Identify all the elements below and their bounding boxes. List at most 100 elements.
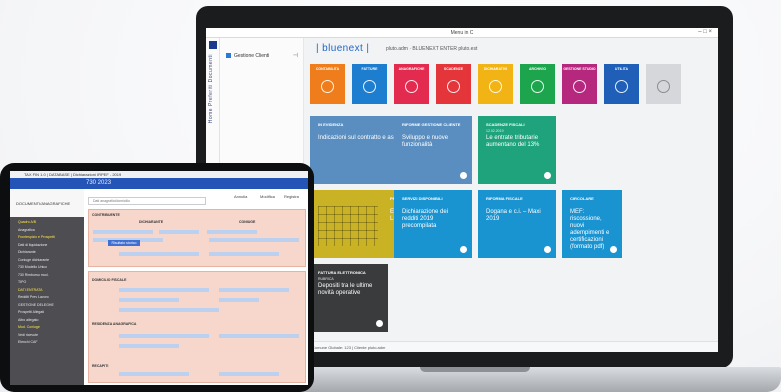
tablet-nav-item[interactable]: Dati di liquidazione (18, 243, 47, 247)
tile-archivio[interactable]: ARCHIVIO (520, 64, 555, 104)
arrow-icon[interactable] (460, 172, 467, 179)
tablet-nav-item[interactable]: Frontespizio e Prospetti (18, 235, 55, 239)
app-logo-icon (209, 41, 217, 49)
tile-scadenze[interactable]: SCADENZE (436, 64, 471, 104)
card-head: SERVIZI DISPONIBILI (402, 196, 443, 201)
tile-contabilita[interactable]: CONTABILITA (310, 64, 345, 104)
news-card[interactable]: RIFORMA FISCALE Dogana e c.i. – Maxi 2019 (478, 190, 556, 258)
calendar-widget[interactable] (318, 206, 378, 246)
arrow-icon[interactable] (544, 246, 551, 253)
tablet-nav-item[interactable]: DATI ENTRATA (18, 288, 43, 292)
panel-item[interactable]: Gestione Clienti (226, 53, 269, 59)
pin-icon[interactable]: ⊣ (293, 52, 298, 59)
circle-c-icon (321, 80, 334, 93)
tablet-nav-item[interactable]: Mod. Coniuge (18, 325, 40, 329)
tablet-screen: TAX FIN 1.0 | DATABASE | Dichiarazioni I… (10, 171, 308, 385)
mail-icon (573, 80, 586, 93)
tablet-nav-item[interactable]: Dichiarante (18, 250, 36, 254)
card-body: Depositi tra le ultime novità operative (318, 283, 373, 296)
card-body: MEF: riscossione, nuovi adempimenti e ce… (570, 209, 610, 250)
card-body: Le entrate tributarie aumentano del 13% (486, 135, 540, 148)
globe-icon (405, 80, 418, 93)
edit-button[interactable]: Modifica (260, 194, 275, 199)
card-body: Sviluppo e nuove funzionalità (402, 135, 449, 148)
field-1[interactable] (93, 230, 153, 234)
card-head: RIFORME GESTIONE CLIENTE (402, 122, 461, 127)
tablet-nav-item[interactable]: Elenchi CAF (18, 340, 37, 344)
tablet-nav-item[interactable]: Redditi Prev Lavoro (18, 295, 49, 299)
plus-icon (657, 80, 670, 93)
tablet-nav-item[interactable]: 730 Rimborso mod. (18, 273, 49, 277)
header-bar: | bluenext | pluto.adm · BLUENEXT ENTER … (304, 38, 718, 58)
tablet-nav-item[interactable]: Quadro A/B (18, 220, 36, 224)
field-8[interactable] (119, 288, 209, 292)
arrow-icon[interactable] (544, 172, 551, 179)
field-9[interactable] (219, 288, 289, 292)
tile-add[interactable] (646, 64, 681, 104)
status-bar: Comune Globale: 123 | Cliente pluto.adm (304, 341, 718, 352)
field-13[interactable] (119, 334, 209, 338)
field-3[interactable] (207, 230, 257, 234)
domicilio-section: DOMICILIO FISCALE RESIDENZA ANAGRAFICA R… (88, 271, 306, 383)
tile-label: GESTIONE STUDIO (563, 67, 596, 71)
vertical-nav-label[interactable]: Home Preferiti Documenti (208, 54, 214, 123)
tile-label: ARCHIVIO (528, 67, 547, 71)
tablet-search-input[interactable]: Dati anagrafici/domicilio (88, 197, 206, 205)
tablet-nav-title: DOCUMENTI/ANAGRAFICHE (16, 201, 71, 206)
window-controls[interactable]: – □ × (698, 29, 712, 35)
field-11[interactable] (219, 298, 259, 302)
tablet-nav-item[interactable]: Coniuge dichiarante (18, 258, 49, 262)
tile-label: CONTABILITA (315, 67, 340, 71)
field-16[interactable] (119, 372, 189, 376)
tablet-nav-item[interactable]: 730 Modello Unico (18, 265, 47, 269)
news-card[interactable]: SERVIZI DISPONIBILI Dichiarazione dei red… (394, 190, 472, 258)
history-button[interactable]: Risultato storico (108, 240, 140, 246)
window-title: Menu in C (450, 30, 474, 36)
cancel-button[interactable]: Annulla (234, 194, 247, 199)
field-7[interactable] (209, 252, 279, 256)
tile-gestione-studio[interactable]: GESTIONE STUDIO (562, 64, 597, 104)
field-2[interactable] (159, 230, 199, 234)
field-17[interactable] (219, 372, 279, 376)
field-12[interactable] (119, 308, 219, 312)
calendar-icon (447, 80, 460, 93)
brand-logo: | bluenext | (316, 43, 370, 54)
status-text: Comune Globale: 123 | Cliente pluto.adm (312, 345, 386, 350)
tablet-nav-item[interactable]: Prospetti Allegati (18, 310, 44, 314)
doc-icon (615, 80, 628, 93)
field-15[interactable] (119, 344, 179, 348)
news-card[interactable]: SCADENZE FISCALI 12.02.2019 Le entrate tri… (478, 116, 556, 184)
tile-utilita[interactable]: UTILITA (604, 64, 639, 104)
tile-label: DICHIARATIVI (483, 67, 508, 71)
tile-fatture[interactable]: FATTURE (352, 64, 387, 104)
tablet-nav-item[interactable]: TIPO (18, 280, 26, 284)
section-contribuente: CONTRIBUENTE (92, 213, 120, 217)
field-10[interactable] (119, 298, 179, 302)
arrow-icon[interactable] (610, 246, 617, 253)
field-5[interactable] (209, 238, 299, 242)
field-6[interactable] (119, 252, 199, 256)
tablet-nav-item[interactable]: Altro allegato (18, 318, 38, 322)
tablet-nav-item[interactable]: GESTIONE DELEGHE (18, 303, 54, 307)
arrow-icon[interactable] (376, 320, 383, 327)
field-14[interactable] (219, 334, 299, 338)
news-card[interactable]: CIRCOLARE MEF: riscossione, nuovi adempim… (562, 190, 622, 258)
contribuente-section: CONTRIBUENTE DICHIARANTE CONIUGE (88, 209, 306, 267)
tablet-nav-item[interactable]: Anagrafica (18, 228, 35, 232)
laptop-notch (420, 367, 530, 372)
card-body: Dogana e c.i. – Maxi 2019 (486, 209, 541, 222)
news-card[interactable]: FATTURA ELETTRONICA RUBRICA Depositi tra l… (310, 264, 388, 332)
tile-dichiarativi[interactable]: DICHIARATIVI (478, 64, 513, 104)
window-titlebar: Menu in C – □ × (206, 28, 718, 38)
tile-anagrafiche[interactable]: ANAGRAFICHE (394, 64, 429, 104)
section-dichiarante: DICHIARANTE (139, 220, 164, 224)
tablet-nav-item[interactable]: Vedi ricevute (18, 333, 38, 337)
news-card[interactable]: RIFORME GESTIONE CLIENTE Sviluppo e nuove… (394, 116, 472, 184)
tablet-titlebar: TAX FIN 1.0 | DATABASE | Dichiarazioni I… (10, 171, 308, 178)
card-sub: RUBRICA (318, 277, 334, 281)
card-body: Dichiarazione dei redditi 2019 precompil… (402, 209, 449, 229)
grid-icon (226, 53, 231, 59)
arrow-icon[interactable] (460, 246, 467, 253)
save-button[interactable]: Registra (284, 194, 299, 199)
tile-label: FATTURE (361, 67, 378, 71)
